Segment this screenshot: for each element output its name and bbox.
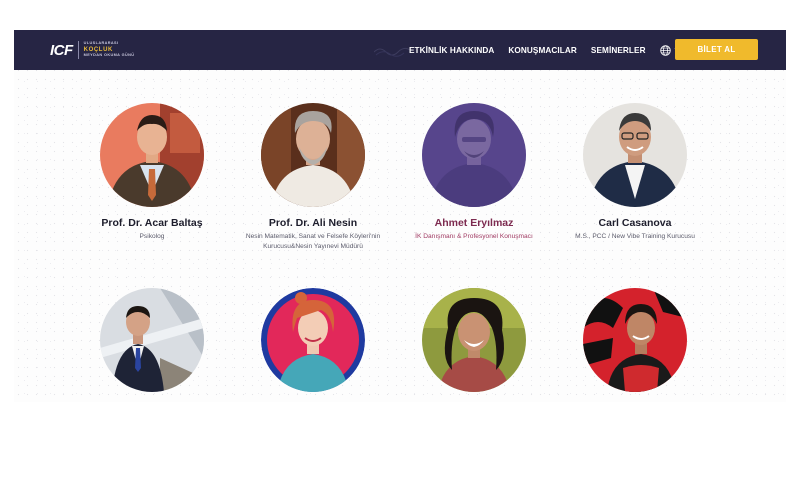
speaker-card[interactable]: Carl Casanova M.S., PCC / New Vibe Train… [560,103,710,242]
buy-ticket-button[interactable]: BİLET AL [675,39,758,60]
logo-text: ULUSLARARASI KOÇLUK MEYDAN OKUMA GÜNÜ [83,41,135,58]
speaker-title: M.S., PCC / New Vibe Training Kurucusu [575,233,695,240]
logo-line-1: ULUSLARARASI [83,41,119,46]
logo-line-3: MEYDAN OKUMA GÜNÜ [83,53,135,57]
page-frame: ICF ULUSLARARASI KOÇLUK MEYDAN OKUMA GÜN… [14,30,786,402]
speaker-name: Ahmet Eryılmaz [434,217,514,229]
nav-link-seminerler[interactable]: SEMİNERLER [591,46,646,55]
navbar: ICF ULUSLARARASI KOÇLUK MEYDAN OKUMA GÜN… [14,30,786,70]
speaker-title: Psikolog [139,233,165,240]
speaker-photo [100,288,204,392]
speaker-photo [583,103,687,207]
speaker-photo [583,288,687,392]
speaker-photo [100,103,204,207]
speaker-photo [422,288,526,392]
speaker-title: İK Danışmanı & Profesyonel Konuşmacı [415,233,533,240]
speaker-name: Carl Casanova [598,217,672,229]
logo[interactable]: ICF ULUSLARARASI KOÇLUK MEYDAN OKUMA GÜN… [50,39,134,61]
globe-icon [659,44,671,56]
speaker-card[interactable]: Prof. Dr. Acar Baltaş Psikolog [77,103,227,242]
speaker-card[interactable]: Prof. Dr. Ali Nesin Nesin Matematik, San… [238,103,388,251]
logo-divider [77,41,79,59]
speaker-card[interactable] [238,288,388,402]
speaker-card[interactable] [399,288,549,402]
speaker-name: Prof. Dr. Acar Baltaş [101,217,203,229]
speaker-photo [261,288,365,392]
nav-links: ETKİNLİK HAKKINDA KONUŞMACILAR SEMİNERLE… [409,30,695,70]
speaker-card[interactable] [560,288,710,402]
nav-link-konusmacilar[interactable]: KONUŞMACILAR [508,46,577,55]
speaker-title: Nesin Matematik, Sanat ve Felsefe Köyler… [245,233,381,250]
speaker-photo [261,103,365,207]
speaker-card[interactable]: Ahmet Eryılmaz İK Danışmanı & Profesyone… [399,103,549,242]
decorative-wave-icon [374,47,410,57]
logo-mark: ICF [50,41,73,59]
speaker-photo [422,103,526,207]
nav-link-etkinlik-hakkinda[interactable]: ETKİNLİK HAKKINDA [409,46,494,55]
speaker-name: Prof. Dr. Ali Nesin [268,217,358,229]
speaker-card[interactable] [77,288,227,402]
